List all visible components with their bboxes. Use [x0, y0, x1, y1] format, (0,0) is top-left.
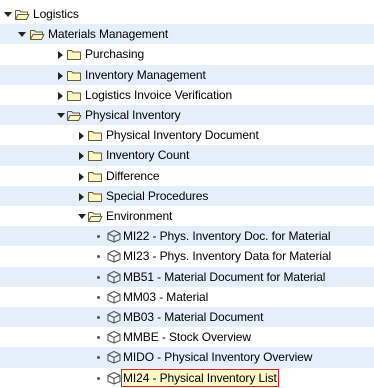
bullet-icon: [97, 275, 100, 279]
tree-node-label: Logistics: [33, 7, 79, 21]
tree-node-label: Inventory Management: [85, 67, 206, 82]
bullet-icon: [97, 336, 100, 340]
bullet-icon: [97, 316, 100, 319]
bullet-icon: [97, 235, 100, 239]
folder-closed-icon: [66, 88, 82, 102]
transaction-cube-icon: [106, 330, 122, 344]
expanded-arrow-icon[interactable]: [56, 110, 66, 120]
tree-node-difference[interactable]: Difference: [0, 166, 374, 186]
tree-node-logistics-invoice-verification[interactable]: Logistics Invoice Verification: [0, 85, 374, 105]
folder-open-icon: [29, 27, 45, 41]
tree-node-label: Environment: [106, 209, 173, 223]
tree-node-physical-inventory[interactable]: Physical Inventory: [0, 105, 374, 126]
tree-node-inventory-count[interactable]: Inventory Count: [0, 145, 374, 166]
tree-leaf-label: MM03 - Material: [123, 289, 209, 304]
collapsed-arrow-icon[interactable]: [77, 130, 87, 141]
tree-leaf-label: MI22 - Phys. Inventory Doc. for Material: [123, 229, 331, 244]
tree-node-environment[interactable]: Environment: [0, 206, 374, 226]
tree-leaf-label: MMBE - Stock Overview: [123, 330, 251, 345]
folder-open-icon: [87, 209, 103, 223]
transaction-cube-icon: [106, 310, 122, 324]
folder-closed-icon: [87, 189, 103, 203]
bullet-icon: [97, 356, 100, 360]
tree-leaf-mi23[interactable]: MI23 - Phys. Inventory Data for Material: [0, 246, 374, 266]
bullet-icon: [97, 376, 100, 380]
transaction-cube-icon: [106, 270, 122, 284]
transaction-cube-icon: [106, 249, 122, 263]
tree-node-logistics[interactable]: Logistics: [0, 4, 374, 24]
folder-closed-icon: [66, 47, 82, 61]
collapsed-arrow-icon[interactable]: [77, 150, 87, 161]
tree-leaf-mmbe[interactable]: MMBE - Stock Overview: [0, 327, 374, 347]
tree-leaf-mb03[interactable]: MB03 - Material Document: [0, 307, 374, 328]
folder-closed-icon: [87, 148, 103, 162]
transaction-cube-icon: [106, 350, 122, 364]
selected-tree-leaf-label: MI24 - Physical Inventory List: [121, 368, 279, 387]
tree-node-physical-inventory-document[interactable]: Physical Inventory Document: [0, 125, 374, 145]
collapsed-arrow-icon[interactable]: [77, 171, 87, 181]
tree-leaf-label: MB03 - Material Document: [123, 310, 264, 324]
collapsed-arrow-icon[interactable]: [77, 191, 87, 201]
sap-menu-tree: Logistics Materials Management Purchasin…: [0, 0, 374, 387]
tree-leaf-mido[interactable]: MIDO - Physical Inventory Overview: [0, 347, 374, 368]
bullet-icon: [97, 255, 100, 259]
transaction-cube-icon: [106, 371, 122, 385]
transaction-cube-icon: [106, 229, 122, 243]
tree-leaf-label: MB51 - Material Document for Material: [123, 269, 326, 284]
tree-leaf-mi24[interactable]: MI24 - Physical Inventory List: [0, 368, 374, 388]
collapsed-arrow-icon[interactable]: [56, 49, 66, 60]
tree-leaf-label: MIDO - Physical Inventory Overview: [123, 350, 313, 365]
bullet-icon: [97, 295, 100, 299]
tree-node-label: Inventory Count: [106, 148, 190, 163]
folder-open-icon: [14, 7, 30, 21]
folder-closed-icon: [87, 169, 103, 183]
tree-node-label: Difference: [106, 168, 160, 183]
tree-node-label: Logistics Invoice Verification: [85, 87, 233, 102]
collapsed-arrow-icon[interactable]: [56, 90, 66, 100]
tree-node-label: Physical Inventory Document: [106, 128, 259, 143]
collapsed-arrow-icon[interactable]: [56, 70, 66, 80]
tree-node-label: Special Procedures: [106, 188, 209, 203]
tree-leaf-mi22[interactable]: MI22 - Phys. Inventory Doc. for Material: [0, 226, 374, 247]
expanded-arrow-icon[interactable]: [17, 29, 27, 39]
folder-closed-icon: [87, 128, 103, 142]
tree-leaf-mb51[interactable]: MB51 - Material Document for Material: [0, 266, 374, 287]
tree-leaf-label: MI23 - Phys. Inventory Data for Material: [123, 249, 332, 264]
tree-leaf-mm03[interactable]: MM03 - Material: [0, 287, 374, 307]
transaction-cube-icon: [106, 290, 122, 304]
tree-node-materials-management[interactable]: Materials Management: [0, 24, 374, 45]
tree-node-inventory-management[interactable]: Inventory Management: [0, 64, 374, 85]
expanded-arrow-icon[interactable]: [77, 211, 87, 221]
tree-node-label: Physical Inventory: [85, 108, 181, 122]
folder-closed-icon: [66, 68, 82, 82]
tree-node-special-procedures[interactable]: Special Procedures: [0, 185, 374, 206]
expanded-arrow-icon[interactable]: [3, 9, 13, 19]
tree-node-label: Purchasing: [85, 47, 145, 62]
tree-node-purchasing[interactable]: Purchasing: [0, 44, 374, 64]
tree-node-label: Materials Management: [48, 27, 169, 42]
folder-open-icon: [66, 108, 82, 122]
